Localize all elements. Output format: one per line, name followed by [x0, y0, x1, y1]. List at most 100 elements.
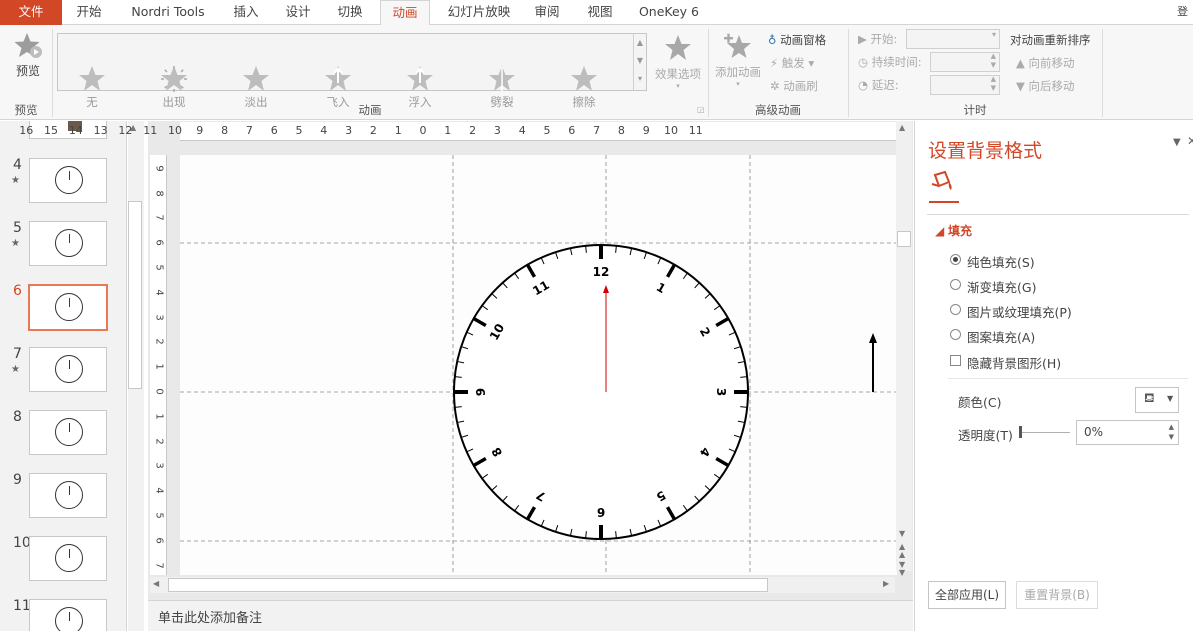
start-select[interactable]: ▾	[906, 29, 1000, 49]
slide-thumbnail[interactable]	[29, 221, 107, 266]
move-earlier-label: 向前移动	[1028, 56, 1075, 70]
preview-star-icon	[14, 33, 42, 58]
animation-wipe[interactable]: 擦除	[555, 63, 613, 113]
slide-thumbnail[interactable]	[28, 284, 108, 331]
slide-number: 6	[13, 283, 22, 299]
animation-painter-button[interactable]: ✲ 动画刷	[770, 76, 818, 96]
next-slide-button[interactable]: ▼ ▼	[899, 561, 905, 577]
color-picker-button[interactable]: ⛾ ▼	[1135, 387, 1179, 413]
animation-label: 淡出	[244, 95, 268, 109]
animation-split[interactable]: 劈裂	[473, 63, 531, 113]
horizontal-scroll-thumb[interactable]	[168, 578, 768, 592]
fill-option-radio[interactable]	[950, 304, 961, 315]
fill-option-radio[interactable]	[950, 279, 961, 290]
add-animation-button[interactable]: 添加动画 ▾	[714, 31, 762, 93]
transparency-value: 0%	[1084, 425, 1104, 439]
apply-all-button[interactable]: 全部应用(L)	[928, 581, 1006, 609]
tab-view[interactable]: 视图	[578, 0, 622, 25]
slide-number: 5	[13, 220, 22, 236]
animation-pane-button[interactable]: ♁ 动画窗格	[768, 30, 826, 50]
horizontal-ruler: 16 15 14 13 12 11 10 9 8 7 6 5 4 3 2 1 0 1 2 3 4 5 6 7 8 9 10 11	[19, 122, 897, 141]
reset-background-button[interactable]: 重置背景(B)	[1016, 581, 1098, 609]
reorder-label: 对动画重新排序	[1010, 33, 1091, 47]
tab-nordri-tools[interactable]: Nordri Tools	[120, 0, 216, 25]
ruler-tick-label: 1	[394, 124, 402, 137]
dialog-launcher-icon[interactable]: ◲	[697, 105, 705, 114]
divider	[52, 29, 53, 117]
slide-thumbnail[interactable]	[29, 410, 107, 455]
slide-number: 8	[13, 409, 22, 425]
ruler-tick-label: 8	[153, 189, 165, 197]
up-arrow-shape[interactable]	[869, 333, 877, 392]
tab-review[interactable]: 审阅	[526, 0, 568, 25]
delay-input[interactable]: ▲ ▼	[930, 75, 1000, 95]
slide-thumbnail-pane: 4 ★ 5 ★ 6 7 ★ 8 9 10 11	[0, 121, 127, 631]
thumbnail-scroll-thumb[interactable]	[128, 201, 142, 389]
add-animation-icon	[724, 33, 751, 58]
gallery-scroll[interactable]: ▲ ▼ ▾	[633, 34, 646, 90]
fill-option-radio[interactable]	[950, 254, 961, 265]
slide-thumbnail[interactable]	[29, 536, 107, 581]
ruler-tick-label: 12	[118, 124, 133, 137]
effect-options-icon	[665, 35, 691, 60]
animation-fade[interactable]: 淡出	[227, 63, 285, 113]
clock-face[interactable]: 121234567891011	[453, 244, 749, 540]
ruler-tick-label: 3	[153, 313, 165, 321]
prev-slide-button[interactable]: ▲ ▲	[899, 543, 905, 559]
slide-thumbnail[interactable]	[29, 347, 107, 392]
fill-option-label[interactable]: 渐变填充(G)	[967, 277, 1036, 296]
ruler-tick-label: 13	[93, 124, 108, 137]
fill-option-label[interactable]: 纯色填充(S)	[967, 252, 1035, 271]
transparency-slider-thumb[interactable]	[1019, 426, 1022, 438]
transparency-input[interactable]: 0% ▲ ▼	[1076, 420, 1179, 445]
slide-thumbnail[interactable]	[29, 599, 107, 631]
notes-pane[interactable]: 单击此处添加备注	[148, 600, 913, 631]
move-earlier-button[interactable]: ▲ 向前移动	[1016, 53, 1075, 73]
clock-number: 12	[593, 265, 610, 279]
fill-tab[interactable]	[929, 169, 959, 203]
down-arrow-icon: ▼	[1016, 79, 1025, 93]
lightning-icon: ⚡	[770, 56, 779, 70]
hide-bg-checkbox[interactable]	[950, 355, 961, 366]
fill-option-radio[interactable]	[950, 329, 961, 340]
fill-section-header[interactable]: ◢ 填充	[935, 222, 972, 239]
user-account[interactable]: 登	[1172, 0, 1193, 25]
editor-scroll-thumb[interactable]	[897, 231, 911, 247]
panel-options-icon[interactable]: ▼	[1173, 137, 1181, 148]
float-in-star-icon	[407, 66, 433, 91]
duration-input[interactable]: ▲ ▼	[930, 52, 1000, 72]
editor-horizontal-scrollbar[interactable]: ◀ ▶	[150, 577, 895, 593]
fill-section-label: 填充	[948, 224, 973, 238]
effect-options-button[interactable]: 效果选项 ▾	[650, 33, 706, 95]
tab-insert[interactable]: 插入	[224, 0, 268, 25]
ruler-tick-label: 6	[153, 239, 165, 246]
tab-file[interactable]: 文件	[0, 0, 62, 25]
slide-thumbnail[interactable]	[29, 158, 107, 203]
preview-button[interactable]: 预览	[8, 31, 48, 87]
move-later-button[interactable]: ▼ 向后移动	[1016, 76, 1075, 96]
trigger-button[interactable]: ⚡ 触发 ▾	[770, 53, 814, 73]
editor-vertical-scrollbar[interactable]: ▲ ▼ ▲ ▲ ▼ ▼	[896, 121, 912, 577]
slide-canvas[interactable]: 12 1 2 3 4 5 6 7 8 9 10 11	[180, 155, 897, 575]
thumbnail-scrollbar[interactable]: ▲	[128, 121, 144, 631]
fill-option-label[interactable]: 图案填充(A)	[967, 327, 1035, 346]
ruler-tick-label: 4	[320, 124, 328, 137]
tab-animations[interactable]: 动画	[380, 0, 430, 26]
ruler-tick-label: 1	[153, 413, 165, 420]
tab-home[interactable]: 开始	[66, 0, 112, 25]
tab-onekey[interactable]: OneKey 6	[632, 0, 706, 25]
ruler-tick-label: 0	[419, 124, 427, 137]
fill-option-label[interactable]: 图片或纹理填充(P)	[967, 302, 1072, 321]
tab-transitions[interactable]: 切换	[328, 0, 372, 25]
slide-number: 4	[13, 157, 22, 173]
slide-thumbnail[interactable]	[29, 473, 107, 518]
transparency-slider[interactable]	[1020, 432, 1070, 433]
tab-slideshow[interactable]: 幻灯片放映	[438, 0, 520, 25]
clock-number: 9	[474, 388, 488, 396]
tab-design[interactable]: 设计	[276, 0, 320, 25]
ruler-tick-label: 5	[295, 124, 303, 137]
close-icon[interactable]: ✕	[1187, 134, 1193, 148]
ruler-tick-label: 1	[444, 124, 452, 137]
animation-none[interactable]: 无	[63, 63, 121, 113]
animation-appear[interactable]: 出现	[145, 63, 203, 113]
